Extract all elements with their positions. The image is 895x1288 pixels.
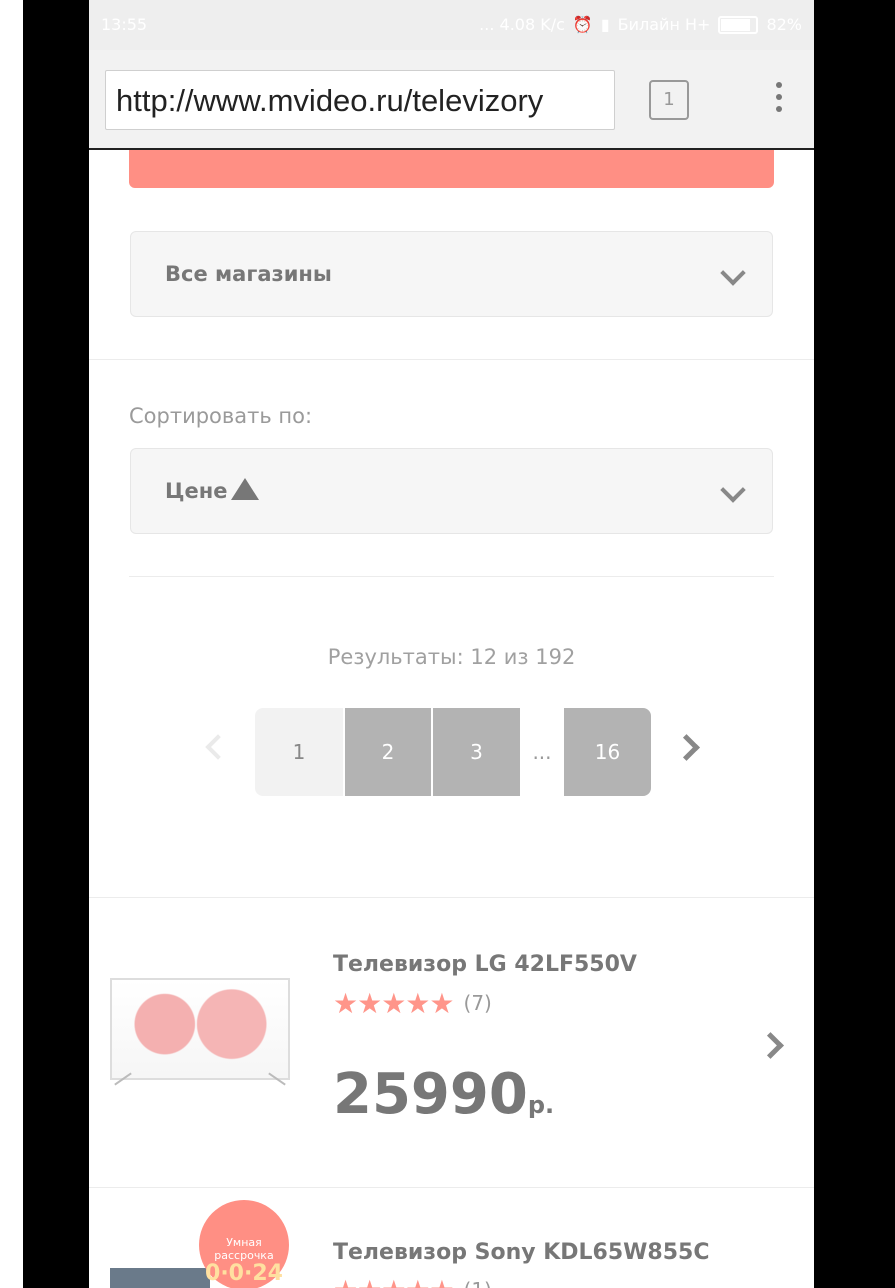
section-divider (89, 897, 814, 898)
section-divider (89, 1187, 814, 1188)
status-right: ... 4.08 K/c ⏰ ▮ Билайн H+ 82% (479, 15, 802, 34)
sort-label: Сортировать по: (129, 404, 313, 428)
installment-badge: Умная рассрочка 0·0·24 (199, 1200, 289, 1288)
url-field[interactable]: http://www.mvideo.ru/televizory (105, 70, 615, 130)
battery-icon (718, 15, 759, 34)
prev-page-icon[interactable] (205, 734, 231, 760)
filter-apply-button[interactable] (129, 150, 774, 188)
browser-toolbar: http://www.mvideo.ru/televizory 1 (89, 50, 814, 150)
review-count: (7) (463, 991, 492, 1015)
product-image[interactable] (110, 1268, 210, 1288)
section-divider (129, 576, 774, 577)
product-title[interactable]: Телевизор LG 42LF550V (333, 952, 637, 977)
page-button-16[interactable]: 16 (564, 708, 651, 796)
chevron-down-icon (720, 260, 746, 286)
network-speed: ... 4.08 K/c (479, 15, 565, 34)
left-black-border (23, 0, 89, 1288)
carrier-name: Билайн H+ (617, 15, 711, 34)
status-time: 13:55 (101, 15, 148, 34)
page-button-3[interactable]: 3 (433, 708, 520, 796)
review-count: (1) (464, 1278, 492, 1288)
alarm-icon: ⏰ (572, 15, 593, 34)
chevron-down-icon (720, 477, 746, 503)
product-price: 25990р. (333, 1062, 555, 1127)
page-button-2[interactable]: 2 (345, 708, 431, 796)
results-count: Результаты: 12 из 192 (327, 645, 576, 669)
product-title[interactable]: Телевизор Sony KDL65W855C (333, 1240, 710, 1265)
section-divider (89, 359, 814, 360)
sort-select-value: Цене (165, 449, 260, 533)
tab-switcher-button[interactable]: 1 (649, 80, 689, 120)
rating-stars: ★★★★★(1) (333, 1274, 492, 1288)
phone-screen: 13:55 ... 4.08 K/c ⏰ ▮ Билайн H+ 82% htt… (89, 0, 814, 1288)
page-ellipsis: ... (532, 740, 552, 764)
rating-stars: ★★★★★ (7) (333, 987, 492, 1020)
left-margin (0, 0, 23, 1288)
chevron-right-icon[interactable] (757, 1032, 784, 1059)
browser-menu-icon[interactable] (769, 82, 789, 122)
right-black-border (814, 0, 895, 1288)
signal-icon: ▮ (600, 15, 610, 34)
page-button-1[interactable]: 1 (255, 708, 343, 796)
product-image[interactable] (110, 978, 290, 1080)
store-select[interactable]: Все магазины (130, 231, 773, 317)
sort-ascending-icon (231, 478, 260, 500)
currency: р. (527, 1091, 555, 1119)
battery-percent: 82% (766, 15, 802, 34)
sort-select[interactable]: Цене (130, 448, 773, 534)
store-select-value: Все магазины (165, 262, 332, 286)
status-bar: 13:55 ... 4.08 K/c ⏰ ▮ Билайн H+ 82% (89, 0, 814, 50)
next-page-icon[interactable] (673, 734, 700, 761)
